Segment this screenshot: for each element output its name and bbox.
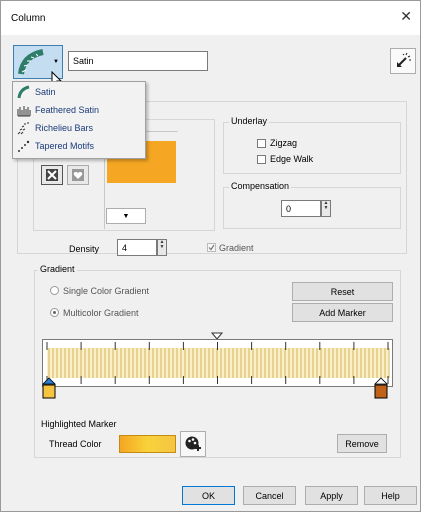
tapered-motifs-icon xyxy=(18,140,30,152)
remove-color-button[interactable] xyxy=(41,165,63,185)
gradient-marker-end[interactable] xyxy=(374,377,388,401)
single-color-radio[interactable] xyxy=(50,286,59,295)
gradient-marker-start[interactable] xyxy=(42,377,56,401)
title-bar: Column ✕ xyxy=(1,1,420,35)
ok-button[interactable]: OK xyxy=(182,486,235,505)
column-dialog: Column ✕ ▼ Satin ▼ Satin Feathered Satin… xyxy=(0,0,421,512)
compensation-input[interactable]: 0 xyxy=(281,200,321,217)
density-input[interactable]: 4 xyxy=(117,239,157,256)
zigzag-label: Zigzag xyxy=(270,138,298,148)
radio-dot xyxy=(53,311,56,314)
check-icon xyxy=(208,244,215,251)
palette-plus-icon xyxy=(185,436,201,451)
gradient-stripes xyxy=(46,342,390,384)
stitch-reverse-button[interactable] xyxy=(390,48,416,74)
single-color-label: Single Color Gradient xyxy=(63,286,150,296)
x-icon xyxy=(46,169,58,181)
multicolor-radio[interactable] xyxy=(50,308,59,317)
underlay-group xyxy=(223,122,401,174)
apply-button[interactable]: Apply xyxy=(305,486,358,505)
help-button[interactable]: Help xyxy=(364,486,417,505)
menu-item-richelieu-bars[interactable]: Richelieu Bars xyxy=(13,119,143,137)
stitch-type-field[interactable]: Satin xyxy=(68,51,208,71)
remove-marker-button[interactable]: Remove xyxy=(337,434,387,453)
marker-end-icon xyxy=(374,377,388,399)
density-spinner[interactable]: ▲ ▼ xyxy=(157,239,167,256)
thread-color-picker-button[interactable] xyxy=(180,431,206,457)
close-icon[interactable]: ✕ xyxy=(400,9,412,23)
multicolor-label: Multicolor Gradient xyxy=(63,308,139,318)
heart-icon xyxy=(72,169,84,181)
satin-icon xyxy=(17,85,30,99)
edge-walk-checkbox[interactable] xyxy=(257,155,266,164)
thread-color-label: Thread Color xyxy=(49,439,102,449)
add-marker-button[interactable]: Add Marker xyxy=(292,303,393,322)
menu-item-satin[interactable]: Satin xyxy=(13,83,143,101)
gradient-title: Gradient xyxy=(38,264,77,274)
feathered-satin-icon xyxy=(17,106,31,117)
menu-item-feathered-satin[interactable]: Feathered Satin xyxy=(13,101,143,119)
color-dropdown-button[interactable]: ▼ xyxy=(106,208,146,224)
cancel-button[interactable]: Cancel xyxy=(243,486,296,505)
thread-color-preview[interactable] xyxy=(119,435,176,453)
favorite-button[interactable] xyxy=(67,165,89,185)
gradient-checkbox-label: Gradient xyxy=(219,243,254,253)
compensation-spinner[interactable]: ▲ ▼ xyxy=(321,200,331,217)
stitch-type-menu: Satin Feathered Satin Richelieu Bars Tap… xyxy=(12,81,146,159)
chevron-down-icon: ▼ xyxy=(122,212,130,220)
edge-walk-label: Edge Walk xyxy=(270,154,314,164)
marker-start-icon xyxy=(42,377,56,399)
dialog-title: Column xyxy=(11,13,46,24)
zigzag-checkbox[interactable] xyxy=(257,139,266,148)
density-label: Density xyxy=(69,244,100,254)
satin-icon xyxy=(18,49,44,75)
highlighted-marker-title: Highlighted Marker xyxy=(41,419,117,429)
richelieu-bars-icon xyxy=(17,122,29,135)
reverse-icon xyxy=(397,52,411,67)
compensation-title: Compensation xyxy=(229,181,292,191)
gradient-ruler[interactable] xyxy=(42,339,393,387)
reset-button[interactable]: Reset xyxy=(292,282,393,301)
gradient-checkbox[interactable] xyxy=(207,243,216,252)
underlay-title: Underlay xyxy=(229,116,270,126)
chevron-down-icon: ▼ xyxy=(53,59,59,65)
menu-item-tapered-motifs[interactable]: Tapered Motifs xyxy=(13,137,143,155)
